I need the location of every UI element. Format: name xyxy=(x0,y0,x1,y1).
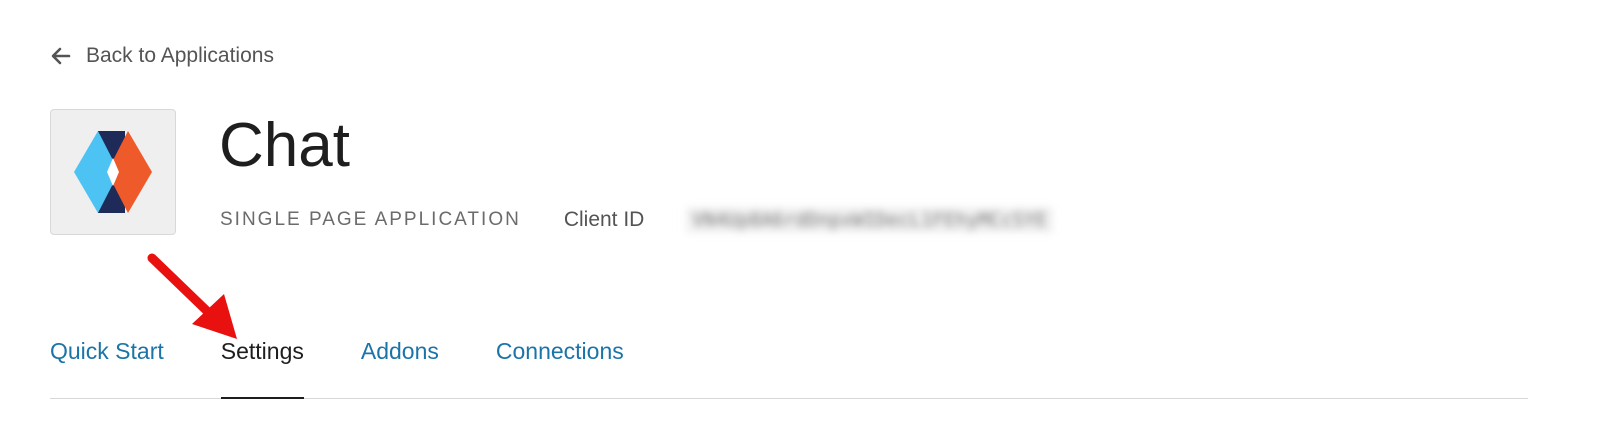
app-logo-icon xyxy=(74,131,152,213)
arrow-left-icon xyxy=(50,45,72,67)
tab-quick-start[interactable]: Quick Start xyxy=(50,330,164,398)
app-tabs: Quick Start Settings Addons Connections xyxy=(50,330,1528,399)
client-id-value[interactable]: VN4Up8A6rdDnpxWIDecL1FEhyMCcSYE xyxy=(686,207,1053,233)
app-title: Chat xyxy=(219,111,350,180)
tab-settings[interactable]: Settings xyxy=(220,330,304,399)
app-logo xyxy=(50,109,176,235)
back-to-applications-link[interactable]: Back to Applications xyxy=(50,40,274,72)
application-detail-page: Back to Applications Chat SINGLE PAGE AP… xyxy=(0,0,1600,426)
app-meta-row: SINGLE PAGE APPLICATION Client ID VN4Up8… xyxy=(220,205,1053,235)
app-type-label: SINGLE PAGE APPLICATION xyxy=(220,209,521,230)
client-id-label: Client ID xyxy=(563,208,645,231)
tab-addons[interactable]: Addons xyxy=(361,330,439,398)
back-link-label: Back to Applications xyxy=(86,44,274,67)
tab-connections[interactable]: Connections xyxy=(496,330,624,398)
